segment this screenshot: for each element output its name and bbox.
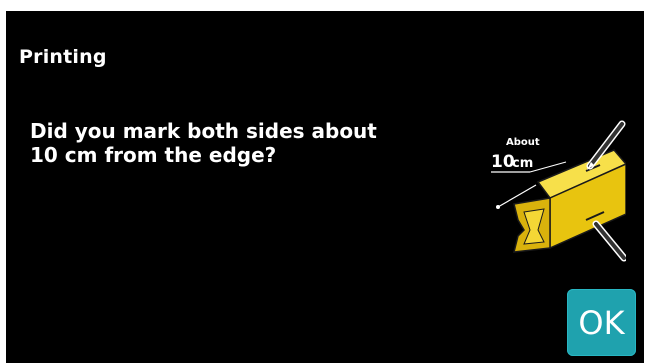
lower-pen-icon bbox=[592, 220, 626, 262]
marked-wood-beam-icon: About 10 cm bbox=[491, 120, 626, 262]
message-line-1: Did you mark both sides about bbox=[30, 119, 377, 143]
ok-button[interactable]: OK bbox=[567, 289, 636, 356]
dimension-endpoint bbox=[496, 205, 500, 209]
dimension-leader bbox=[529, 161, 567, 173]
page-title: Printing bbox=[19, 46, 107, 68]
message-line-2: 10 cm from the edge? bbox=[30, 143, 277, 167]
confirmation-message: Did you mark both sides about 10 cm from… bbox=[30, 119, 450, 167]
dialog-screen: Printing Did you mark both sides about 1… bbox=[6, 11, 644, 363]
about-label: About bbox=[506, 137, 540, 148]
distance-unit-label: cm bbox=[512, 156, 533, 171]
